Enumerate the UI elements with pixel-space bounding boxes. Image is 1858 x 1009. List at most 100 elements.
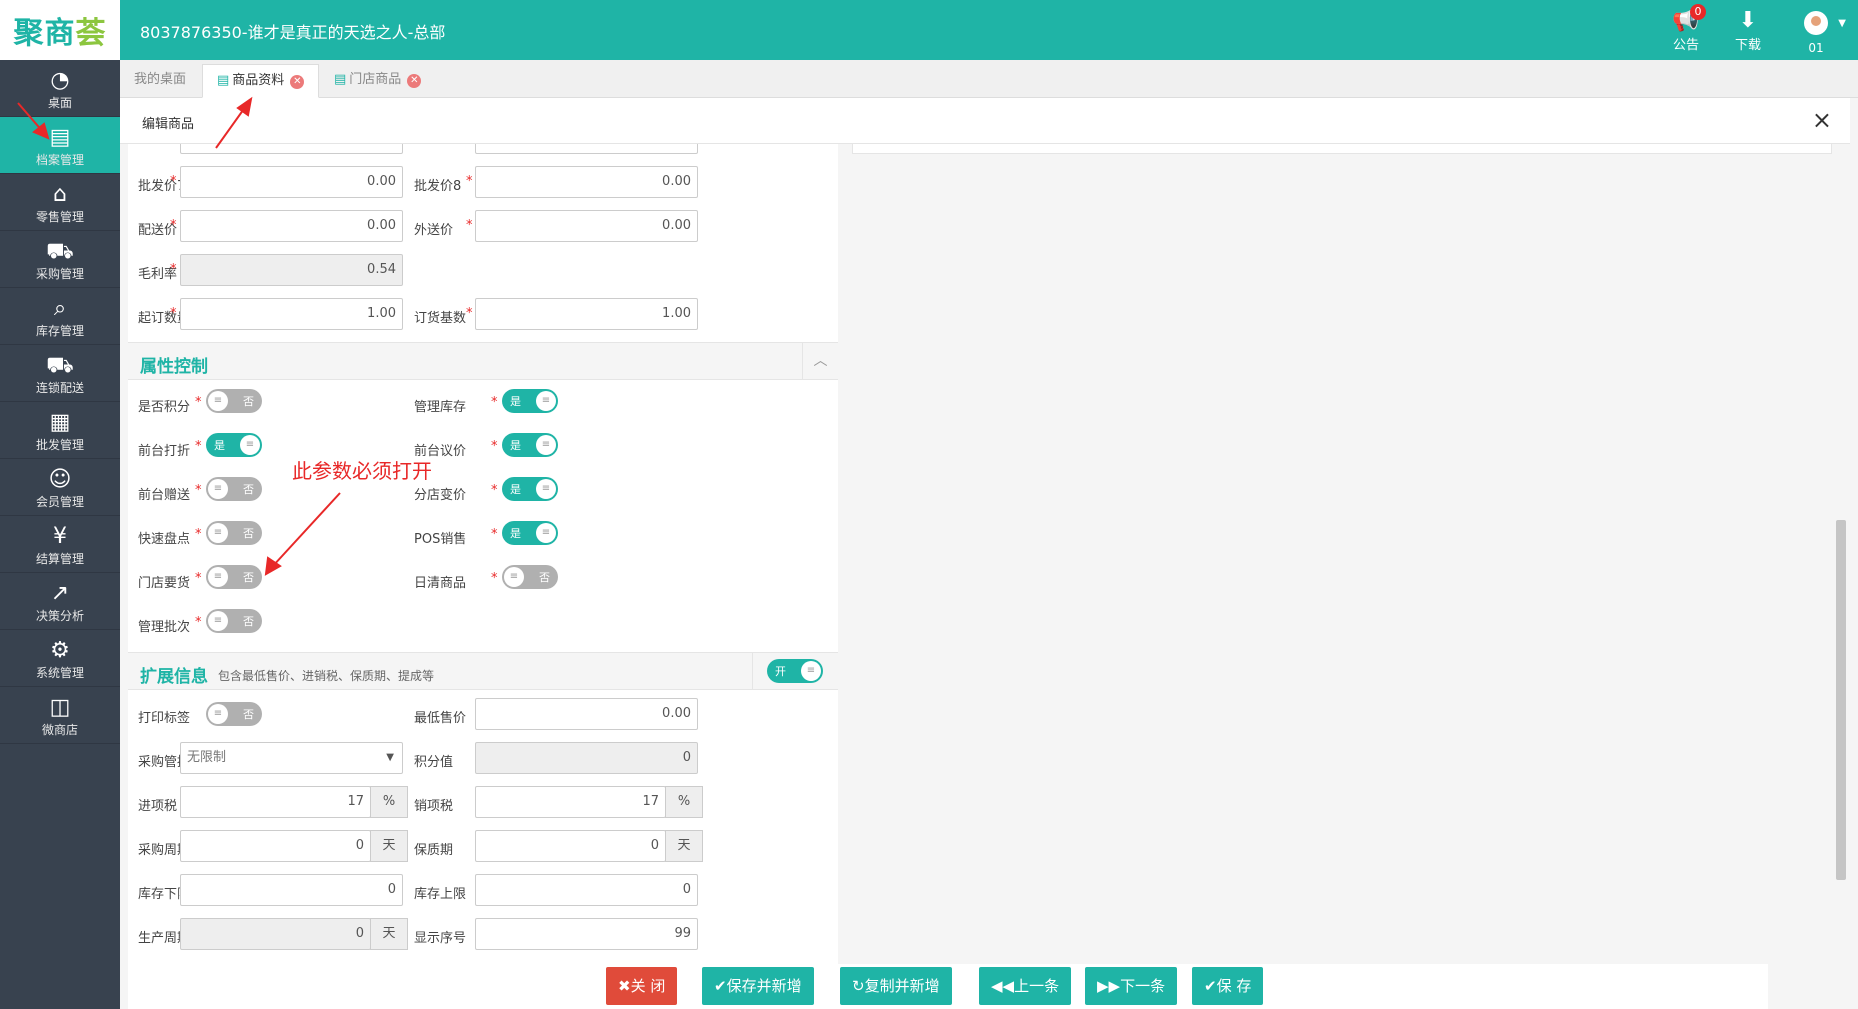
toggle-knob-icon: ≡ <box>208 567 228 587</box>
required-mark: * <box>491 483 498 498</box>
chevron-up-icon[interactable]: ︿ <box>802 343 838 379</box>
purchase-control-select[interactable]: 无限制 ▼ <box>180 742 403 774</box>
external-price-field[interactable]: 0.00 <box>475 210 698 242</box>
close-tab-icon[interactable]: ✕ <box>290 75 305 89</box>
cart-icon: ⛟ <box>46 239 74 264</box>
front-bargain-toggle[interactable]: 是 ≡ <box>502 433 558 457</box>
quick-count-toggle[interactable]: ≡ 否 <box>206 521 262 545</box>
form-row: 管理批次 * ≡ 否 <box>128 607 838 639</box>
settlement-icon: ¥ <box>53 524 67 549</box>
right-panel <box>838 144 1850 964</box>
input-tax-field[interactable]: 17 <box>180 786 371 818</box>
required-mark: * <box>195 483 202 498</box>
order-base-field[interactable]: 1.00 <box>475 298 698 330</box>
prev-record-button[interactable]: ◀◀上一条 <box>979 967 1072 1005</box>
download-button[interactable]: ⬇ 下载 <box>1726 8 1770 53</box>
ext-section-desc: 包含最低售价、进销税、保质期、提成等 <box>218 669 435 683</box>
toggle-knob-icon: ≡ <box>208 479 228 499</box>
toggle-knob-icon: ≡ <box>240 435 260 455</box>
panel-title: 编辑商品 <box>142 117 195 132</box>
wholesale8-label: 批发价8 <box>414 179 462 194</box>
close-button[interactable]: ✖关 闭 <box>606 967 678 1005</box>
front-discount-label: 前台打折 <box>138 444 191 459</box>
front-gift-toggle[interactable]: ≡ 否 <box>206 477 262 501</box>
sidebar-item-inventory[interactable]: ⌕ 库存管理 <box>0 288 120 345</box>
quick-count-label: 快速盘点 <box>138 532 191 547</box>
front-discount-toggle[interactable]: 是 ≡ <box>206 433 262 457</box>
pos-sale-toggle[interactable]: 是 ≡ <box>502 521 558 545</box>
download-icon: ⬇ <box>1738 8 1758 33</box>
sidebar-item-purchase[interactable]: ⛟ 采购管理 <box>0 231 120 288</box>
app-logo[interactable]: 聚商荟 <box>0 0 120 60</box>
display-order-field[interactable]: 99 <box>475 918 698 950</box>
sidebar-item-wholesale[interactable]: ▦ 批发管理 <box>0 402 120 459</box>
chevron-down-icon: ▼ <box>386 752 394 763</box>
batch-toggle[interactable]: ≡ 否 <box>206 609 262 633</box>
store-request-toggle[interactable]: ≡ 否 <box>206 565 262 589</box>
sidebar-item-microstore[interactable]: ◫ 微商店 <box>0 687 120 744</box>
delivery-price-field[interactable]: 0.00 <box>180 210 403 242</box>
user-menu[interactable]: ▼ 01 <box>1794 8 1846 55</box>
print-label-toggle[interactable]: ≡ 否 <box>206 702 262 726</box>
shelf-life-unit: 天 <box>665 830 703 862</box>
sidebar-item-desktop[interactable]: ◔ 桌面 <box>0 60 120 117</box>
document-icon: ▤ <box>217 73 230 88</box>
wholesale5-field[interactable] <box>180 144 403 154</box>
sidebar-item-delivery[interactable]: ⛟ 连锁配送 <box>0 345 120 402</box>
sidebar-item-analysis[interactable]: ↗ 决策分析 <box>0 573 120 630</box>
manage-stock-toggle[interactable]: 是 ≡ <box>502 389 558 413</box>
points-toggle[interactable]: ≡ 否 <box>206 389 262 413</box>
output-tax-field[interactable]: 17 <box>475 786 666 818</box>
output-tax-label: 销项税 <box>414 799 454 814</box>
branch-price-toggle[interactable]: 是 ≡ <box>502 477 558 501</box>
scrollbar[interactable] <box>1836 520 1846 880</box>
close-icon[interactable]: × <box>1812 106 1832 134</box>
tab-my-desktop[interactable]: 我的桌面 <box>120 64 200 98</box>
attr-section-header[interactable]: 属性控制 ︿ <box>128 342 838 380</box>
top-bar: 聚商荟 8037876350-谁才是真正的天选之人-总部 📢 0 公告 ⬇ 下载… <box>0 0 1858 60</box>
avatar <box>1804 11 1828 35</box>
required-mark: * <box>466 174 473 189</box>
toggle-state: 开 <box>775 665 786 678</box>
sidebar-item-settlement[interactable]: ¥ 结算管理 <box>0 516 120 573</box>
truck-icon: ⛟ <box>46 353 74 378</box>
wholesale6-field[interactable] <box>475 144 698 154</box>
min-order-field[interactable]: 1.00 <box>180 298 403 330</box>
ext-section-toggle[interactable]: 开 ≡ <box>767 659 823 683</box>
sidebar-item-archive[interactable]: ▤ 档案管理 <box>0 117 120 174</box>
tab-product-info[interactable]: ▤ 商品资料 ✕ <box>202 64 320 98</box>
required-mark: * <box>195 527 202 542</box>
save-button[interactable]: ✔保 存 <box>1192 967 1264 1005</box>
sidebar-item-label: 批发管理 <box>35 438 84 452</box>
close-tab-icon[interactable]: ✕ <box>407 74 422 88</box>
order-base-label: 订货基数 <box>414 311 467 326</box>
stock-max-field[interactable]: 0 <box>475 874 698 906</box>
sidebar-item-retail[interactable]: ⌂ 零售管理 <box>0 174 120 231</box>
save-and-new-button[interactable]: ✔保存并新增 <box>702 967 814 1005</box>
bag-icon: ◫ <box>49 695 71 720</box>
tab-store-products[interactable]: ▤ 门店商品 ✕ <box>320 64 435 98</box>
stock-min-field[interactable]: 0 <box>180 874 403 906</box>
form-row: 前台赠送 * ≡ 否 分店变价 * 是 ≡ <box>128 475 838 507</box>
toggle-state: 否 <box>243 708 254 721</box>
min-price-field[interactable]: 0.00 <box>475 698 698 730</box>
toggle-state: 是 <box>510 395 521 408</box>
sidebar-item-member[interactable]: ☺ 会员管理 <box>0 459 120 516</box>
sidebar-item-label: 零售管理 <box>35 210 84 224</box>
right-card <box>852 144 1832 154</box>
notice-button[interactable]: 📢 0 公告 <box>1664 4 1708 53</box>
gear-icon: ⚙ <box>50 638 70 663</box>
wholesale-icon: ▦ <box>49 410 71 435</box>
sidebar-item-label: 结算管理 <box>35 552 84 566</box>
purchase-cycle-field[interactable]: 0 <box>180 830 371 862</box>
required-mark: * <box>466 306 473 321</box>
copy-and-new-button[interactable]: ↻复制并新增 <box>840 967 952 1005</box>
shelf-life-field[interactable]: 0 <box>475 830 666 862</box>
wholesale7-field[interactable]: 0.00 <box>180 166 403 198</box>
wholesale8-field[interactable]: 0.00 <box>475 166 698 198</box>
sidebar-item-label: 系统管理 <box>35 666 84 680</box>
sidebar-item-system[interactable]: ⚙ 系统管理 <box>0 630 120 687</box>
toggle-state: 是 <box>510 483 521 496</box>
next-record-button[interactable]: ▶▶下一条 <box>1085 967 1178 1005</box>
daily-clear-toggle[interactable]: ≡ 否 <box>502 565 558 589</box>
